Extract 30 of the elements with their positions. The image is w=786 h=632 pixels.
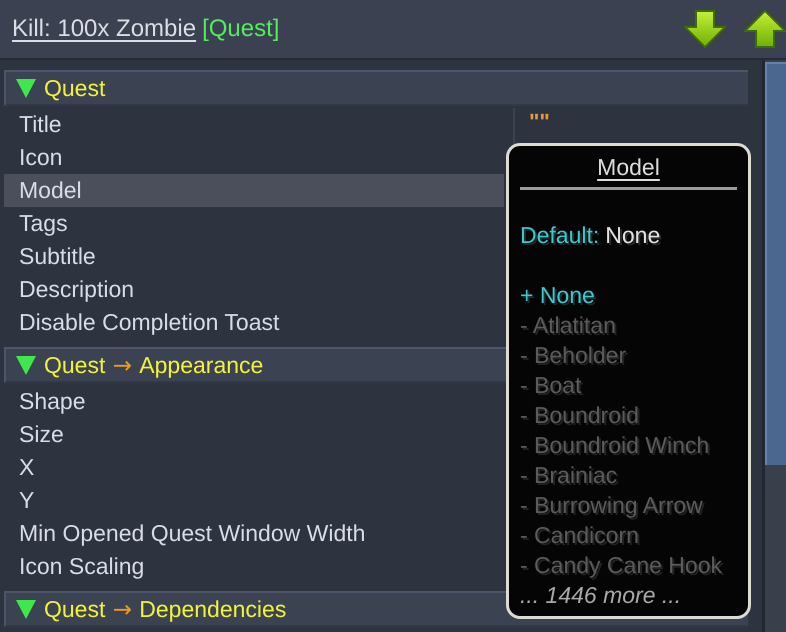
tooltip-title: Model [597,153,660,181]
section-header[interactable]: Quest [4,70,748,106]
property-label[interactable]: Icon Scaling [4,550,504,583]
section-title: Quest → Dependencies [44,594,286,624]
default-value: None [605,220,660,250]
scrollbar-thumb[interactable] [765,62,786,465]
property-value[interactable]: "" [529,108,550,136]
property-label[interactable]: X [4,451,504,484]
property-label[interactable]: Tags [4,207,504,240]
down-triangle-icon[interactable] [16,78,36,98]
section-title: Quest [44,74,106,103]
down-arrow-icon[interactable] [684,10,726,48]
property-label[interactable]: Icon [4,141,504,174]
property-label[interactable]: Min Opened Quest Window Width [4,517,504,550]
default-label: Default: [520,220,600,250]
property-label[interactable]: Description [4,273,504,306]
type-tag: [Quest] [202,11,280,47]
quest-title-link[interactable]: Kill: 100x Zombie [12,11,196,47]
up-arrow-icon[interactable] [744,10,786,48]
property-label[interactable]: Subtitle [4,240,504,273]
down-triangle-icon[interactable] [16,355,36,375]
property-label[interactable]: Shape [4,385,504,418]
section-title: Quest → Appearance [44,350,264,380]
property-label[interactable]: Size [4,418,504,451]
property-label[interactable]: Title [4,108,504,141]
down-triangle-icon[interactable] [16,599,36,619]
property-label[interactable]: Disable Completion Toast [4,306,504,339]
property-label[interactable]: Y [4,484,504,517]
model-option[interactable]: + None [520,280,595,310]
property-label[interactable]: Model [4,174,504,207]
